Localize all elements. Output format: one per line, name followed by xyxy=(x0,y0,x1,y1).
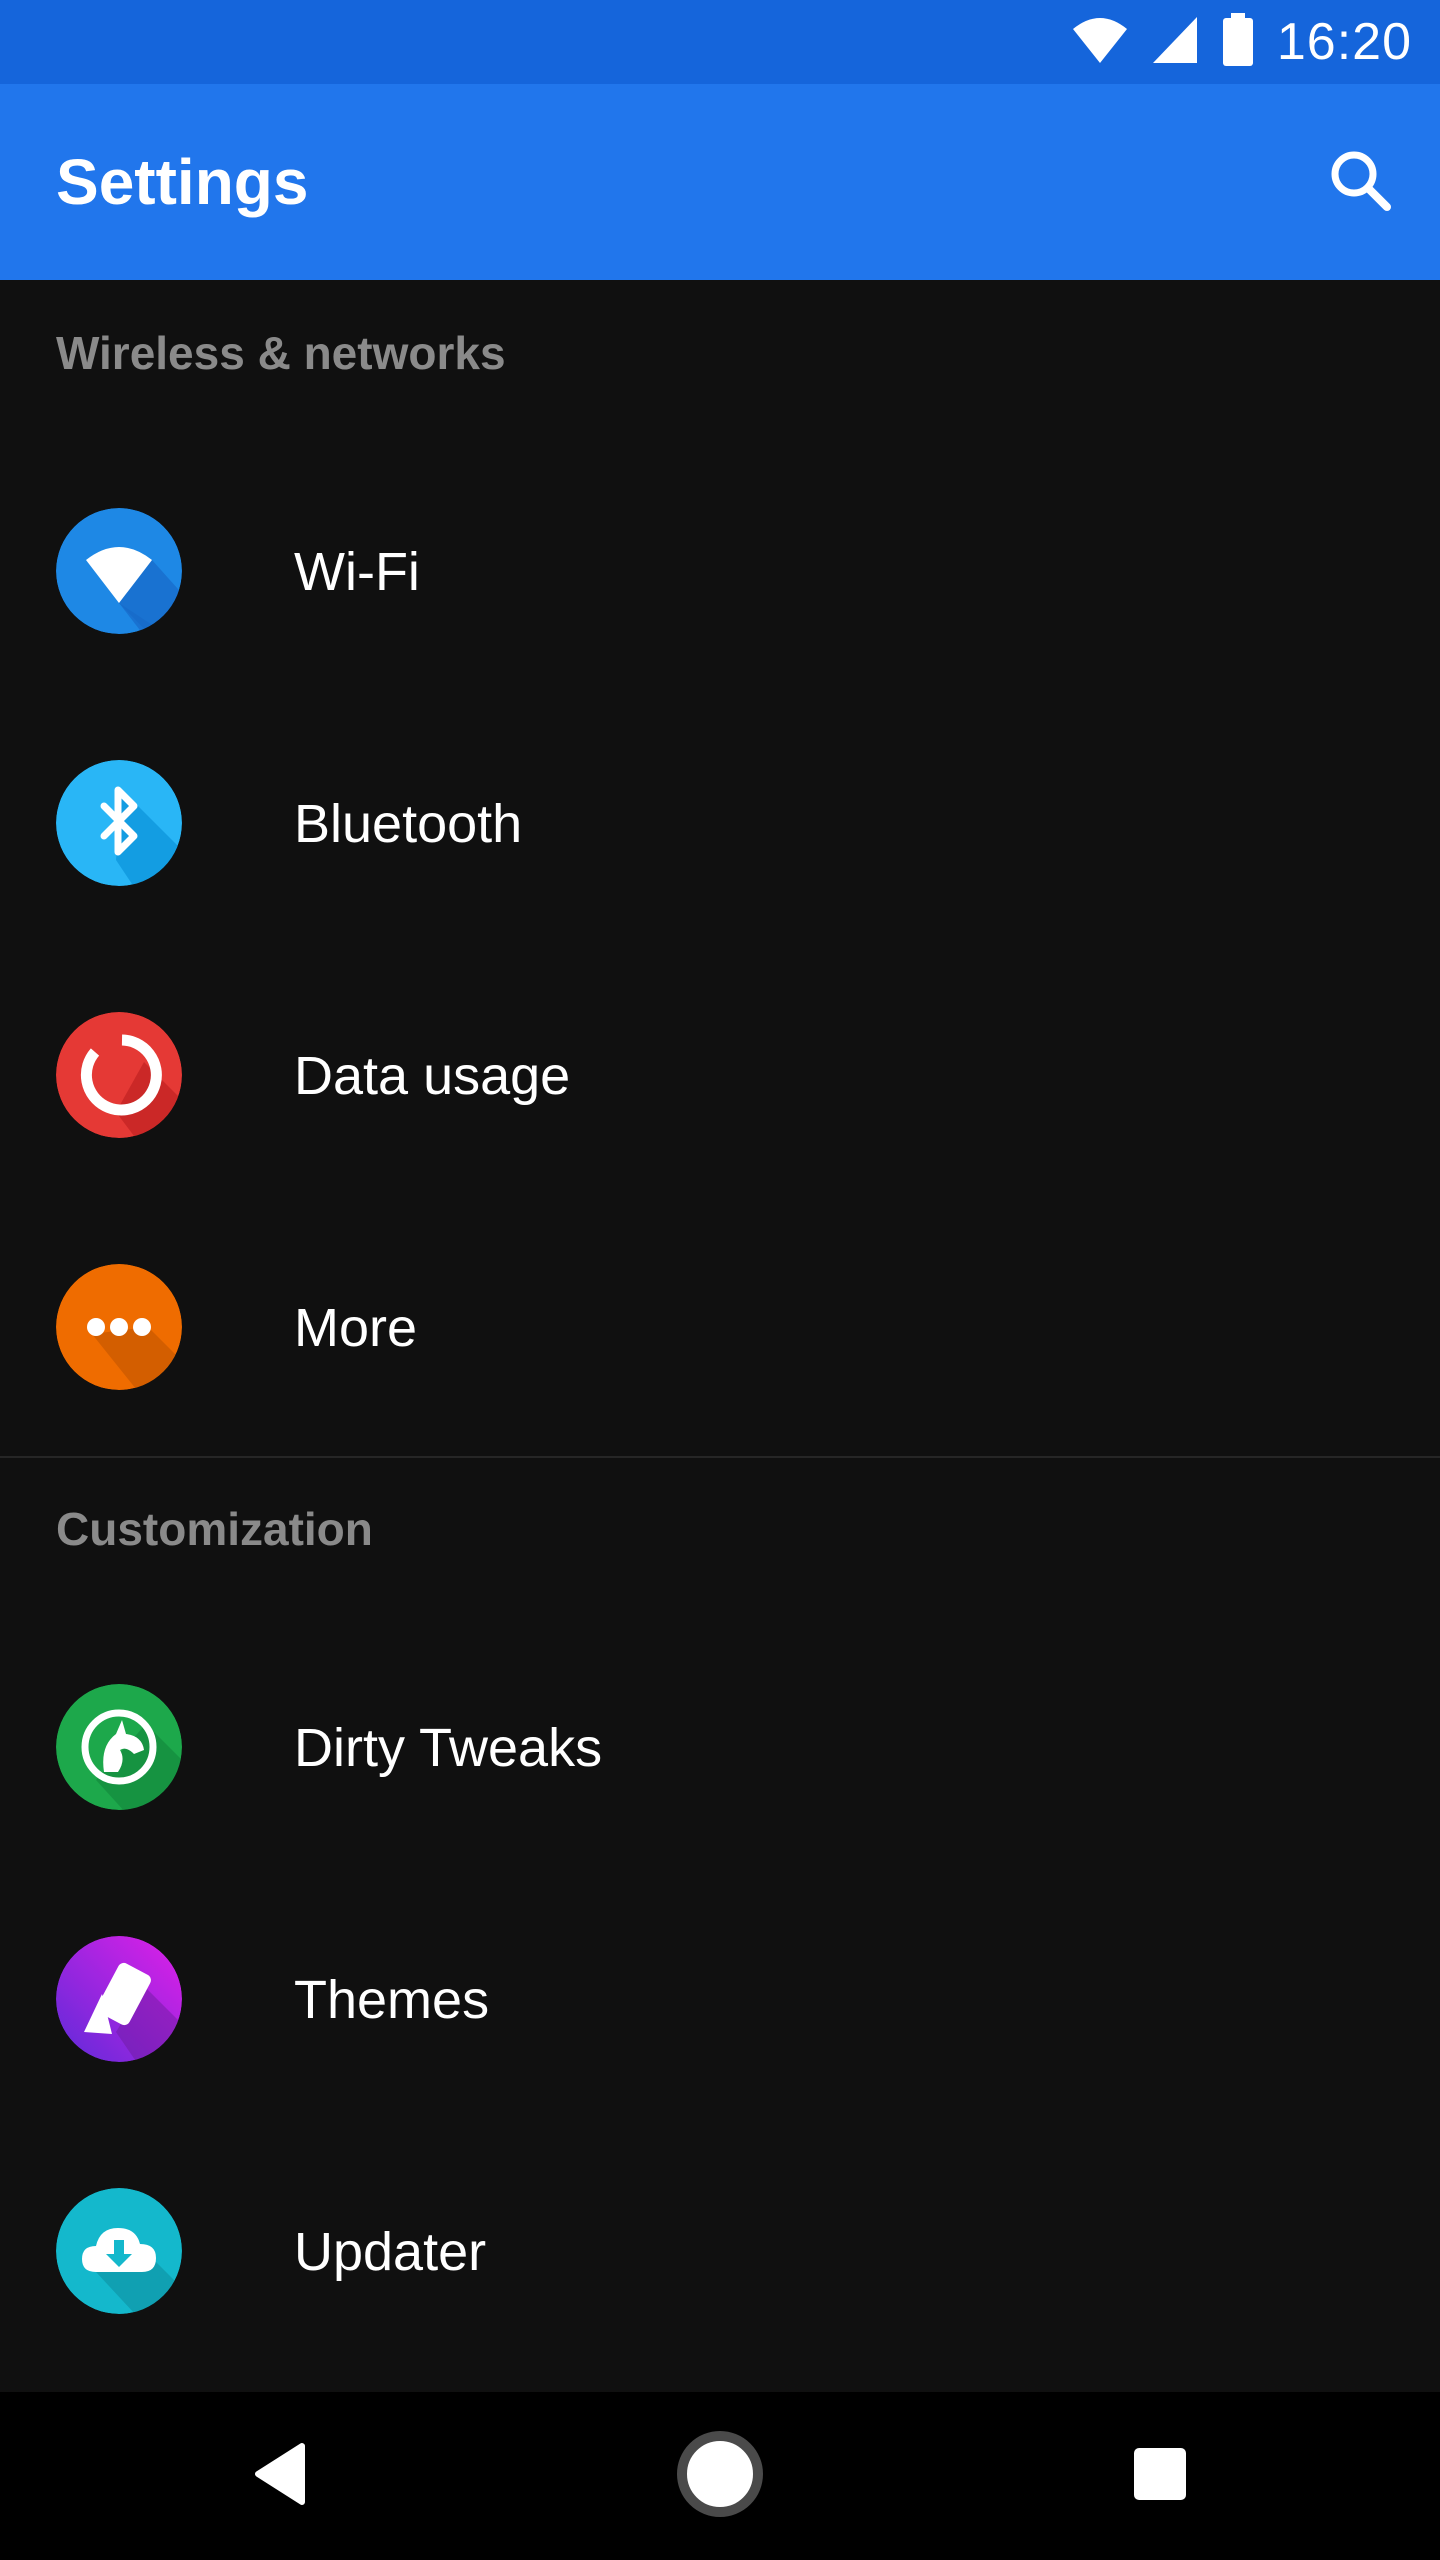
settings-list: Wireless & networks Wi-Fi Bluetooth Data… xyxy=(0,280,1440,2392)
recents-icon xyxy=(1131,2445,1189,2508)
settings-item-label: Bluetooth xyxy=(294,794,523,854)
section-divider xyxy=(0,1456,1440,1458)
home-icon xyxy=(676,2430,764,2523)
settings-item-label: More xyxy=(294,1298,418,1358)
settings-item-more[interactable]: More xyxy=(0,1202,1440,1454)
home-button[interactable] xyxy=(670,2426,770,2526)
status-bar: 16:20 xyxy=(0,0,1440,84)
app-bar: Settings xyxy=(0,84,1440,280)
wifi-icon xyxy=(56,508,182,634)
settings-item-dirty-tweaks[interactable]: Dirty Tweaks xyxy=(0,1622,1440,1874)
bluetooth-icon xyxy=(56,760,182,886)
search-button[interactable] xyxy=(1320,142,1400,222)
more-icon xyxy=(56,1264,182,1390)
clock: 16:20 xyxy=(1276,13,1412,71)
themes-icon xyxy=(56,1936,182,2062)
settings-item-bluetooth[interactable]: Bluetooth xyxy=(0,698,1440,950)
section-header-wireless: Wireless & networks xyxy=(56,327,506,379)
recents-button[interactable] xyxy=(1110,2426,1210,2526)
settings-item-label: Themes xyxy=(294,1970,490,2030)
settings-item-themes[interactable]: Themes xyxy=(0,1874,1440,2126)
section-header-customization: Customization xyxy=(56,1503,373,1555)
settings-item-updater[interactable]: Updater xyxy=(0,2126,1440,2378)
back-icon xyxy=(252,2442,308,2511)
settings-item-data-usage[interactable]: Data usage xyxy=(0,950,1440,1202)
navigation-bar xyxy=(0,2392,1440,2560)
settings-item-label: Dirty Tweaks xyxy=(294,1718,603,1778)
status-icons: 16:20 xyxy=(1071,0,1412,84)
settings-item-label: Data usage xyxy=(294,1046,571,1106)
settings-item-label: Wi-Fi xyxy=(294,542,420,602)
search-icon xyxy=(1328,148,1392,217)
settings-item-wifi[interactable]: Wi-Fi xyxy=(0,446,1440,698)
battery-icon xyxy=(1221,12,1255,72)
page-title: Settings xyxy=(56,146,309,218)
settings-item-label: Updater xyxy=(294,2222,487,2282)
wifi-status-icon xyxy=(1071,15,1129,70)
back-button[interactable] xyxy=(230,2426,330,2526)
cloud-download-icon xyxy=(56,2188,182,2314)
cell-signal-icon xyxy=(1151,15,1199,70)
unicorn-icon xyxy=(56,1684,182,1810)
data-usage-icon xyxy=(56,1012,182,1138)
